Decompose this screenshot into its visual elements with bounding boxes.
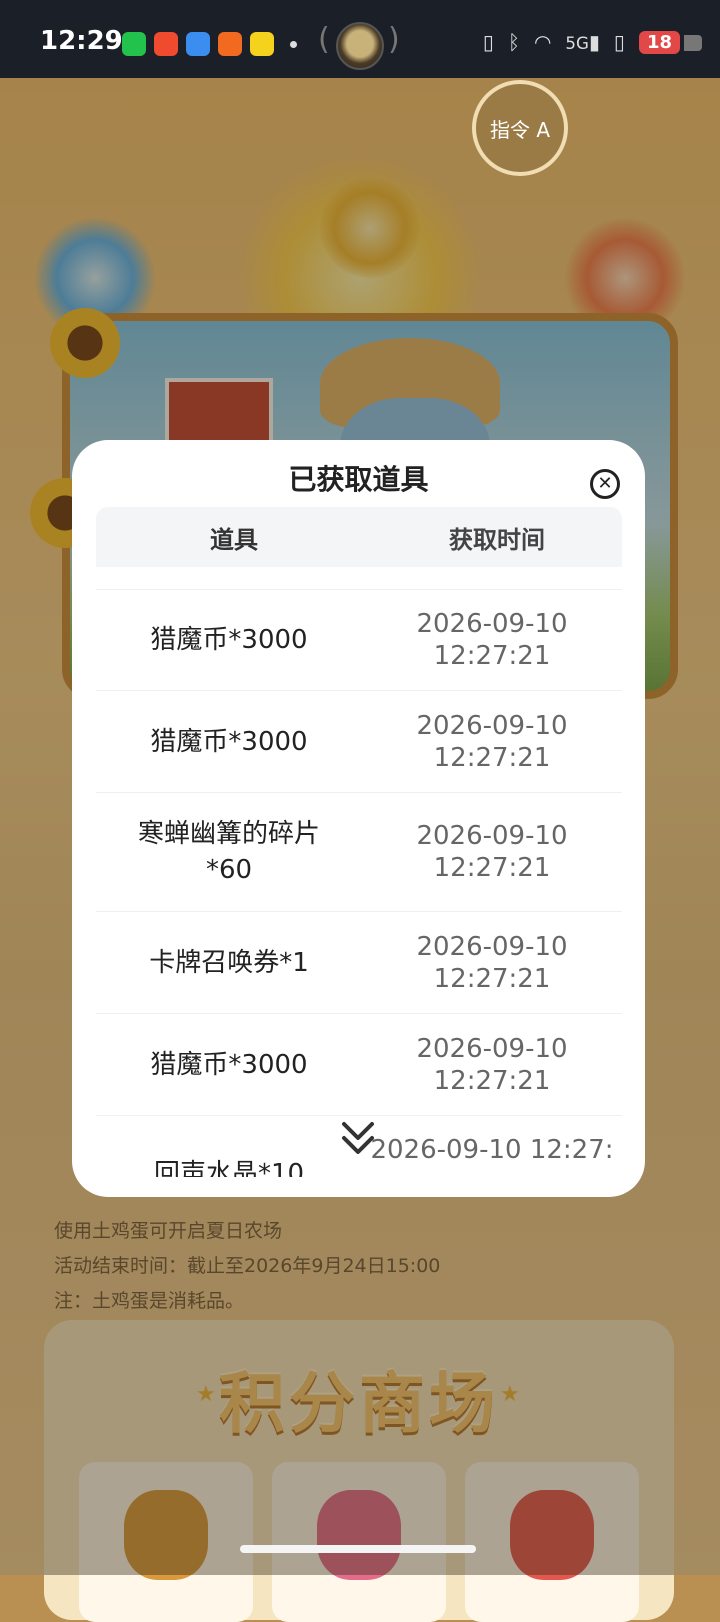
obtained-time: 2026-09-10 12:27:21 [416, 821, 568, 883]
paren-right: ) [388, 22, 400, 57]
table-header: 道具 获取时间 [96, 507, 622, 567]
notification-icons [122, 32, 301, 56]
obtained-time: 2026-09-10 12:27:21 [416, 931, 568, 994]
battery-icon: 18 [638, 30, 703, 54]
modal-title: 已获取道具 [288, 463, 429, 496]
browser-app-icon [186, 32, 210, 56]
column-header-item: 道具 [210, 525, 258, 554]
obtained-items-modal: 已获取道具 ✕ 道具 获取时间 猎魔币*3000 2026-09-10 12:2… [72, 440, 645, 1197]
close-icon[interactable]: ✕ [590, 469, 620, 499]
system-icons: ▯ ᛒ ◠ 5G▮ ▯ 18 [482, 30, 703, 54]
table-spacer [96, 567, 622, 590]
wifi-icon: ◠ [533, 30, 552, 54]
floating-avatar[interactable] [336, 22, 384, 70]
table-row: 猎魔币*3000 2026-09-10 12:27:21 [96, 1014, 622, 1116]
signal-icon: ▯ [613, 30, 625, 54]
chevron-double-down-icon[interactable] [340, 1118, 376, 1158]
bluetooth-icon: ᛒ [507, 30, 520, 54]
network-type: 5G [565, 34, 589, 53]
signal-5g-icon: 5G▮ [565, 30, 600, 54]
item-name: 猎魔币*3000 [150, 625, 308, 655]
wechat-icon [122, 32, 146, 56]
item-name: 猎魔币*3000 [150, 1049, 308, 1080]
table-row: 卡牌召唤券*1 2026-09-10 12:27:21 [96, 912, 622, 1014]
status-time: 12:29 [40, 26, 123, 56]
item-name: 回声水晶*10 [153, 1159, 305, 1177]
paren-left: ( [318, 22, 330, 57]
home-indicator[interactable] [240, 1545, 476, 1553]
table-row: 猎魔币*3000 2026-09-10 12:27:21 [96, 691, 622, 793]
shopping-app-icon [154, 32, 178, 56]
obtained-time: 2026-09-10 12:27:21 [416, 710, 568, 773]
vibrate-icon: ▯ [482, 30, 494, 54]
items-table[interactable]: 道具 获取时间 猎魔币*3000 2026-09-10 12:27:21 猎魔币… [96, 507, 622, 1177]
item-name: 卡牌召唤券*1 [149, 947, 309, 978]
column-header-time: 获取时间 [449, 525, 545, 554]
obtained-time: 2026-09-10 12:27:21 [416, 609, 568, 671]
battery-level: 18 [646, 31, 672, 53]
item-name: 猎魔币*3000 [150, 726, 308, 757]
obtained-time: 2026-09-10 12:27: [370, 1135, 614, 1165]
orange-app-icon [218, 32, 242, 56]
status-bar: 12:29 ( ) ▯ ᛒ ◠ 5G▮ ▯ 18 [0, 0, 720, 78]
obtained-time: 2026-09-10 12:27:21 [416, 1033, 568, 1096]
command-button[interactable]: 指令 A [472, 80, 568, 176]
table-row: 猎魔币*3000 2026-09-10 12:27:21 [96, 590, 622, 691]
more-notifications-dot [290, 41, 297, 48]
yellow-app-icon [250, 32, 274, 56]
item-name: 寒蝉幽篝的碎片*60 [137, 819, 320, 885]
table-row: 寒蝉幽篝的碎片*60 2026-09-10 12:27:21 [96, 793, 622, 912]
